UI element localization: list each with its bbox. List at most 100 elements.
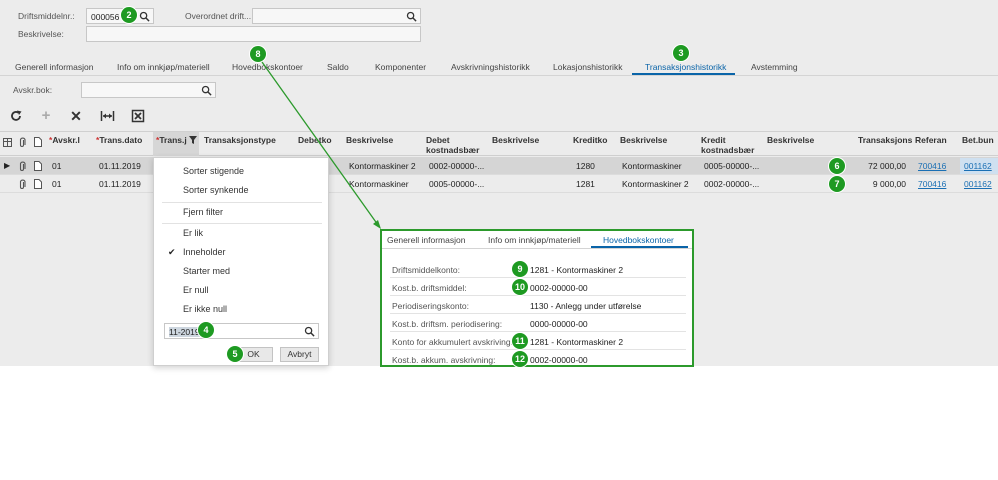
close-icon[interactable]: ✕ (69, 109, 83, 123)
col-depr-book: Avskr.l (52, 135, 80, 145)
col-description-2: Beskrivelse (492, 135, 540, 145)
popup-tab-gl-accounts[interactable]: Hovedbokskontoer (603, 235, 674, 245)
column-filter-menu: Sorter stigende Sorter synkende Fjern fi… (153, 157, 329, 366)
depr-book-input[interactable] (81, 82, 216, 98)
asset-no-input[interactable]: 000056 (86, 8, 154, 24)
col-trans-period-cell[interactable]: *Trans.j (153, 132, 199, 156)
field-value[interactable]: 1130 - Anlegg under utførelse (530, 301, 641, 311)
marker-11: 11 (512, 333, 528, 349)
cell-batch-link[interactable]: 001162 (964, 179, 992, 189)
attachment-icon (19, 137, 26, 147)
cell-debit-desc: Kontormaskiner 2 (349, 161, 416, 171)
field-value[interactable]: 0002-00000-00 (530, 355, 588, 365)
col-reference: Referan (915, 135, 947, 145)
marker-12: 12 (512, 351, 528, 367)
menu-equals[interactable]: Er lik (183, 228, 203, 238)
menu-clear-filter[interactable]: Fjern filter (183, 207, 223, 217)
field-asset-account: Driftsmiddelkonto: 1281 - Kontormaskiner… (390, 260, 686, 278)
popup-active-tab-indicator (591, 246, 688, 248)
search-icon[interactable] (139, 11, 150, 22)
col-credit-account: Kreditko (573, 135, 608, 145)
field-label: Driftsmiddelkonto: (392, 265, 461, 275)
popup-tab-purchase-info[interactable]: Info om innkjøp/materiell (488, 235, 581, 245)
tab-bar: Generell informasjon Info om innkjøp/mat… (0, 58, 998, 76)
filter-icon[interactable] (189, 136, 197, 144)
description-label: Beskrivelse: (18, 29, 64, 39)
field-label: Konto for akkumulert avskriving: (392, 337, 513, 347)
marker-10: 10 (512, 279, 528, 295)
parent-asset-label: Overordnet drift... (185, 11, 252, 21)
tab-location-history[interactable]: Lokasjonshistorikk (553, 62, 622, 72)
menu-contains[interactable]: Inneholder (183, 247, 226, 257)
menu-divider (162, 223, 322, 224)
plus-icon[interactable]: + (39, 108, 53, 123)
attachment-icon[interactable] (18, 161, 26, 171)
cell-book: 01 (52, 179, 62, 189)
menu-starts-with[interactable]: Starter med (183, 266, 230, 276)
col-trans-date: Trans.dato (99, 135, 143, 145)
search-icon[interactable] (406, 11, 417, 22)
field-accum-depr-account: Konto for akkumulert avskriving: 1281 - … (390, 332, 686, 350)
cell-reference-link[interactable]: 700416 (918, 179, 946, 189)
menu-sort-descending[interactable]: Sorter synkende (183, 185, 249, 195)
field-value[interactable]: 0002-00000-00 (530, 283, 588, 293)
cell-amount: 72 000,00 (868, 161, 906, 171)
cell-reference-link[interactable]: 700416 (918, 161, 946, 171)
marker-8: 8 (250, 46, 266, 62)
parent-asset-input[interactable] (252, 8, 421, 24)
cancel-button[interactable]: Avbryt (280, 347, 319, 362)
marker-2: 2 (121, 7, 137, 23)
checkmark-icon: ✔ (168, 247, 176, 257)
note-icon (34, 137, 42, 147)
cell-book: 01 (52, 161, 62, 171)
col-trans-period: Trans.j (159, 135, 187, 145)
field-value[interactable]: 1281 - Kontormaskiner 2 (530, 337, 623, 347)
tab-purchase-info[interactable]: Info om innkjøp/materiell (117, 62, 210, 72)
search-icon[interactable] (201, 85, 212, 96)
tab-gl-accounts[interactable]: Hovedbokskontoer (232, 62, 303, 72)
description-input[interactable] (86, 26, 421, 42)
export-excel-icon[interactable] (131, 109, 145, 123)
cell-date: 01.11.2019 (99, 161, 141, 171)
marker-9: 9 (512, 261, 528, 277)
col-amount: Transaksjons (858, 135, 913, 145)
column-settings-icon[interactable] (3, 138, 12, 147)
field-accrual-sub: Kost.b. driftsm. periodisering: 0000-000… (390, 314, 686, 332)
tab-general-info[interactable]: Generell informasjon (15, 62, 93, 72)
fit-width-icon[interactable] (100, 109, 115, 123)
table-row[interactable]: 01 01.11.2019 Kontormaskiner 0005-00000-… (0, 175, 998, 193)
popup-tab-general-info[interactable]: Generell informasjon (387, 235, 465, 245)
menu-divider (162, 202, 322, 203)
menu-sort-ascending[interactable]: Sorter stigende (183, 166, 244, 176)
attachment-icon[interactable] (18, 179, 26, 189)
col-credit-sub: Kredit kostnadsbær (701, 135, 755, 155)
col-batch: Bet.bun (962, 135, 994, 145)
col-debit-sub: Debet kostnadsbær (426, 135, 480, 155)
table-row[interactable]: ▶ 01 01.11.2019 Kontormaskiner 2 0002-00… (0, 157, 998, 175)
tab-depreciation-history[interactable]: Avskrivningshistorikk (451, 62, 530, 72)
marker-5: 5 (227, 346, 243, 362)
field-label: Periodiseringskonto: (392, 301, 470, 311)
tab-transaction-history[interactable]: Transaksjonshistorikk (645, 62, 726, 72)
col-description-1: Beskrivelse (346, 135, 394, 145)
menu-is-not-null[interactable]: Er ikke null (183, 304, 227, 314)
field-asset-sub: Kost.b. driftsmiddel: 0002-00000-00 (390, 278, 686, 296)
field-value[interactable]: 0000-00000-00 (530, 319, 588, 329)
tab-reconciliation[interactable]: Avstemming (751, 62, 798, 72)
filter-value-input[interactable]: 11-2019 (164, 323, 319, 339)
field-value[interactable]: 1281 - Kontormaskiner 2 (530, 265, 623, 275)
note-icon[interactable] (34, 161, 42, 171)
filter-value: 11-2019 (169, 327, 200, 337)
col-trans-type: Transaksjonstype (204, 135, 276, 145)
refresh-icon[interactable] (9, 109, 23, 123)
cell-credit-account: 1281 (576, 179, 595, 189)
tab-balance[interactable]: Saldo (327, 62, 349, 72)
marker-7: 7 (829, 176, 845, 192)
menu-is-null[interactable]: Er null (183, 285, 209, 295)
cell-credit-account: 1280 (576, 161, 595, 171)
note-icon[interactable] (34, 179, 42, 189)
tab-components[interactable]: Komponenter (375, 62, 426, 72)
search-icon[interactable] (304, 326, 315, 337)
cell-batch-link[interactable]: 001162 (964, 161, 992, 171)
active-tab-indicator (632, 73, 735, 75)
